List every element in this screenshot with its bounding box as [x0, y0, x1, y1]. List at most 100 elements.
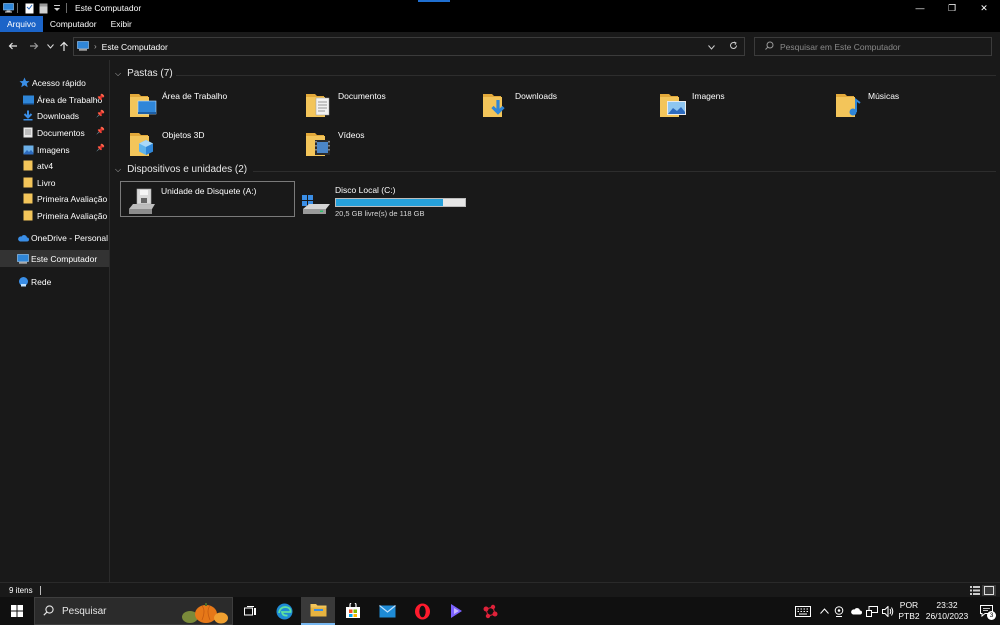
customize-toolbar-icon[interactable]	[51, 2, 63, 14]
address-dropdown-button[interactable]	[700, 42, 722, 52]
devices-group-header[interactable]: ⌵ Dispositivos e unidades (2)	[115, 164, 247, 175]
recent-locations-button[interactable]	[43, 38, 57, 54]
maximize-button[interactable]: ❐	[936, 0, 968, 16]
network-tray-button[interactable]	[864, 597, 880, 625]
notifications-button[interactable]: 3	[972, 597, 1000, 625]
folder-icon	[22, 177, 34, 189]
folder-videos[interactable]: Vídeos	[287, 126, 457, 162]
folder-documents[interactable]: Documentos	[287, 87, 457, 123]
clock[interactable]: 23:32 26/10/2023	[922, 597, 972, 625]
sidebar-item-primeira-avaliacao[interactable]: Primeira Avaliação	[0, 190, 109, 207]
drive-name: Unidade de Disquete (A:)	[161, 186, 257, 196]
minimize-button[interactable]: —	[904, 0, 936, 16]
sidebar-item-primeira-avaliacao-2[interactable]: Primeira Avaliação	[0, 207, 109, 224]
taskbar-app-molecules[interactable]	[473, 597, 507, 625]
folder-pictures[interactable]: Imagens	[641, 87, 811, 123]
this-pc-icon[interactable]	[2, 2, 14, 14]
sidebar-item-livro[interactable]: Livro	[0, 174, 109, 191]
properties-icon[interactable]	[23, 2, 35, 14]
sidebar-item-atv4[interactable]: atv4	[0, 157, 109, 174]
taskbar-app-file-explorer[interactable]	[301, 597, 335, 625]
sidebar-item-desktop[interactable]: Área de Trabalho 📌	[0, 91, 109, 108]
meet-now-button[interactable]	[830, 597, 848, 625]
folders-group-title: Pastas (7)	[127, 68, 173, 79]
search-box[interactable]: Pesquisar em Este Computador	[754, 37, 992, 56]
sidebar-item-label: Área de Trabalho	[37, 94, 103, 105]
taskbar-app-opera[interactable]	[405, 597, 439, 625]
folder-music[interactable]: Músicas	[817, 87, 987, 123]
sidebar-item-network[interactable]: Rede	[0, 273, 109, 290]
sidebar-item-documents[interactable]: Documentos 📌	[0, 124, 109, 141]
taskbar-app-clipchamp[interactable]	[439, 597, 473, 625]
tab-arquivo[interactable]: Arquivo	[0, 16, 43, 32]
up-button[interactable]	[57, 38, 71, 54]
folder-icon	[22, 210, 34, 222]
chevron-down-icon[interactable]: ⌵	[115, 69, 121, 79]
large-icons-view-button[interactable]	[982, 585, 996, 596]
new-folder-icon[interactable]	[37, 2, 49, 14]
show-hidden-icons-button[interactable]	[818, 597, 830, 625]
taskbar-search[interactable]: Pesquisar	[34, 597, 233, 625]
accent-strip	[418, 0, 450, 2]
mail-icon	[378, 604, 396, 617]
drive-floppy[interactable]: Unidade de Disquete (A:)	[120, 181, 295, 217]
cloud-icon	[17, 232, 29, 244]
disk-usage-bar	[335, 198, 466, 207]
large-icons-view-icon	[984, 586, 994, 595]
desktop-folder-icon	[128, 90, 158, 120]
folder-3d-objects[interactable]: Objetos 3D	[111, 126, 281, 162]
folder-desktop[interactable]: Área de Trabalho	[111, 87, 281, 123]
tab-exibir[interactable]: Exibir	[104, 16, 139, 32]
sidebar-item-label: Documentos	[37, 127, 85, 138]
folder-downloads[interactable]: Downloads	[464, 87, 634, 123]
address-actions	[700, 38, 744, 55]
forward-button[interactable]	[27, 38, 41, 54]
file-explorer-icon	[310, 604, 326, 617]
close-button[interactable]: ✕	[968, 0, 1000, 16]
content-pane: ⌵ Pastas (7) Área de Trabalho Documentos…	[111, 60, 1000, 582]
pin-icon[interactable]: 📌	[96, 144, 105, 152]
start-button[interactable]	[0, 597, 34, 625]
taskbar: Pesquisar POR PTB2 23:32 26/10/2023 3	[0, 597, 1000, 625]
downloads-folder-icon	[481, 90, 511, 120]
breadcrumb-this-pc[interactable]: Este Computador	[102, 42, 168, 52]
sidebar-item-label: Primeira Avaliação	[37, 193, 108, 204]
item-count: 9 itens	[9, 585, 33, 595]
taskbar-app-mail[interactable]	[370, 597, 404, 625]
webcam-icon	[834, 605, 844, 617]
pin-icon[interactable]: 📌	[96, 94, 105, 102]
back-button[interactable]	[6, 38, 20, 54]
taskbar-app-edge[interactable]	[267, 597, 301, 625]
touch-keyboard-button[interactable]	[788, 597, 818, 625]
toolbar-separator	[17, 3, 18, 13]
chevron-down-icon[interactable]: ⌵	[115, 165, 121, 175]
sidebar-item-onedrive[interactable]: OneDrive - Personal	[0, 229, 109, 246]
drive-name: Disco Local (C:)	[335, 185, 396, 195]
drive-local-c[interactable]: Disco Local (C:) 20,5 GB livre(s) de 118…	[301, 181, 481, 218]
sidebar-item-pictures[interactable]: Imagens 📌	[0, 141, 109, 158]
status-bar: 9 itens	[0, 582, 1000, 597]
ethernet-icon	[866, 605, 878, 617]
taskbar-app-store[interactable]	[336, 597, 370, 625]
onedrive-tray-button[interactable]	[848, 597, 864, 625]
pin-icon[interactable]: 📌	[96, 127, 105, 135]
sidebar-item-label: Rede	[31, 276, 52, 287]
downloads-icon	[22, 110, 34, 122]
folders-group-header[interactable]: ⌵ Pastas (7)	[115, 68, 173, 79]
volume-button[interactable]	[880, 597, 896, 625]
refresh-button[interactable]	[722, 41, 744, 52]
clipchamp-icon	[451, 604, 462, 618]
folder-label: Área de Trabalho	[162, 91, 228, 101]
address-bar[interactable]: › Este Computador	[73, 37, 745, 56]
sidebar-item-downloads[interactable]: Downloads 📌	[0, 107, 109, 124]
search-placeholder: Pesquisar em Este Computador	[780, 41, 901, 52]
videos-folder-icon	[304, 129, 334, 159]
details-view-button[interactable]	[968, 585, 982, 596]
sidebar-item-this-pc[interactable]: Este Computador	[0, 250, 109, 267]
sidebar-item-quick-access[interactable]: Acesso rápido	[0, 74, 109, 91]
tab-computador[interactable]: Computador	[43, 16, 104, 32]
task-view-button[interactable]	[233, 597, 267, 625]
pin-icon[interactable]: 📌	[96, 110, 105, 118]
documents-folder-icon	[304, 90, 334, 120]
input-language-button[interactable]: POR PTB2	[896, 597, 922, 625]
